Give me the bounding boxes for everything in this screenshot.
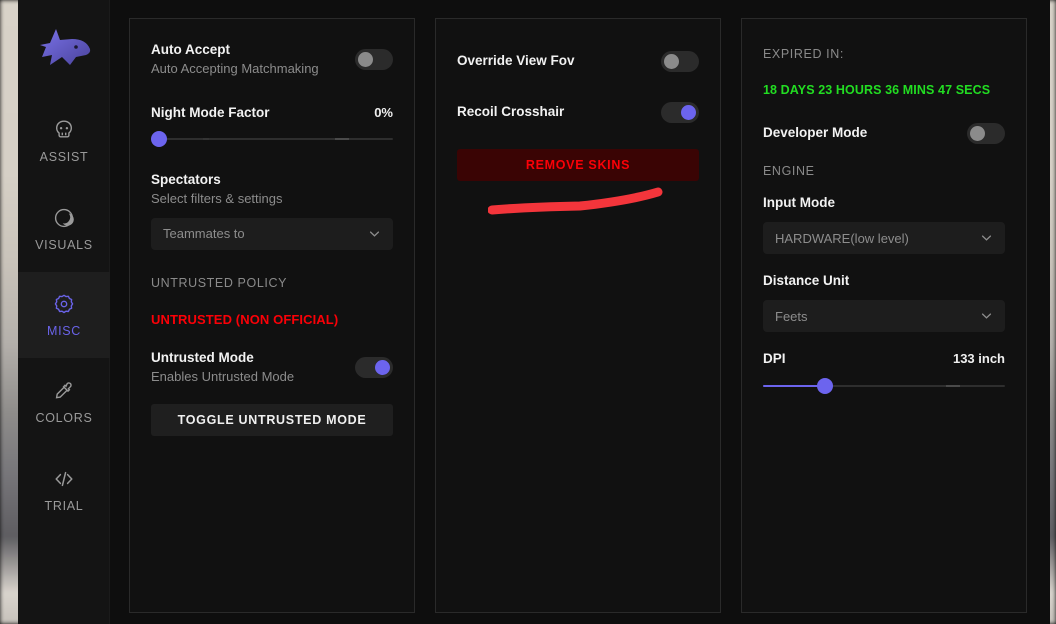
sidebar-item-label: VISUALS: [35, 237, 93, 252]
toggle-knob: [970, 126, 985, 141]
spectators-group: Spectators Select filters & settings Tea…: [151, 171, 393, 250]
developer-mode-toggle[interactable]: [967, 123, 1005, 144]
sidebar-item-visuals[interactable]: VISUALS: [18, 186, 110, 272]
dpi-slider-group: DPI 133 inch: [763, 350, 1005, 395]
distance-unit-dropdown-value: Feets: [775, 308, 808, 324]
chevron-down-icon: [368, 227, 381, 240]
misc-panel-middle: Override View Fov Recoil Crosshair REMOV…: [435, 18, 721, 613]
input-mode-dropdown[interactable]: HARDWARE(low level): [763, 222, 1005, 255]
input-mode-label: Input Mode: [763, 195, 835, 210]
auto-accept-subtitle: Auto Accepting Matchmaking: [151, 61, 319, 77]
sidebar: ASSIST VISUALS MISC COLORS TRIAL: [18, 0, 110, 624]
slider-tick: [203, 137, 209, 140]
input-mode-dropdown-value: HARDWARE(low level): [775, 230, 909, 246]
code-icon: [53, 468, 75, 490]
developer-mode-row: Developer Mode: [763, 123, 1005, 144]
toggle-knob: [681, 105, 696, 120]
untrusted-mode-row: Untrusted Mode Enables Untrusted Mode: [151, 349, 393, 386]
night-mode-factor-value: 0%: [374, 104, 393, 120]
sidebar-item-label: ASSIST: [39, 149, 89, 164]
spectators-dropdown[interactable]: Teammates to: [151, 217, 393, 250]
cheat-menu-window: ASSIST VISUALS MISC COLORS TRIAL Auto Ac…: [18, 0, 1050, 624]
sidebar-item-label: TRIAL: [44, 498, 84, 513]
toggle-knob: [664, 54, 679, 69]
auto-accept-row: Auto Accept Auto Accepting Matchmaking: [151, 41, 393, 78]
untrusted-policy-label: UNTRUSTED POLICY: [151, 275, 288, 290]
distance-unit-group: Distance Unit Feets: [763, 272, 1005, 333]
remove-skins-button[interactable]: REMOVE SKINS: [457, 149, 699, 181]
chevron-down-icon: [980, 310, 993, 323]
developer-mode-title: Developer Mode: [763, 125, 868, 141]
dpi-slider[interactable]: [763, 376, 1005, 396]
slider-track: [151, 137, 393, 140]
chevron-down-icon: [980, 232, 993, 245]
spectators-title: Spectators: [151, 171, 221, 187]
sidebar-item-label: COLORS: [35, 410, 93, 425]
toggle-knob: [358, 51, 373, 67]
dpi-value: 133 inch: [952, 351, 1005, 367]
spectators-subtitle: Select filters & settings: [151, 191, 283, 207]
override-view-fov-title: Override View Fov: [457, 53, 575, 69]
expired-in-label: EXPIRED IN:: [763, 47, 844, 61]
input-mode-group: Input Mode HARDWARE(low level): [763, 194, 1005, 255]
untrusted-mode-toggle[interactable]: [355, 356, 393, 378]
override-view-fov-row: Override View Fov: [457, 51, 699, 72]
wolf-head-logo: [18, 20, 110, 76]
untrusted-mode-title: Untrusted Mode: [151, 349, 254, 365]
gear-icon: [53, 293, 75, 315]
night-mode-factor-label: Night Mode Factor: [151, 104, 270, 120]
toggle-untrusted-mode-button[interactable]: TOGGLE UNTRUSTED MODE: [151, 403, 393, 436]
distance-unit-dropdown[interactable]: Feets: [763, 300, 1005, 333]
sidebar-item-misc[interactable]: MISC: [18, 272, 110, 358]
untrusted-status-badge: UNTRUSTED (NON OFFICIAL): [151, 311, 339, 327]
slider-fill: [763, 384, 825, 387]
distance-unit-label: Distance Unit: [763, 273, 850, 289]
sidebar-item-colors[interactable]: COLORS: [18, 359, 110, 445]
misc-panel-right: EXPIRED IN: 18 DAYS 23 HOURS 36 MINS 47 …: [741, 18, 1027, 613]
auto-accept-toggle[interactable]: [355, 48, 393, 70]
slider-knob[interactable]: [151, 130, 167, 147]
slider-tick: [946, 384, 960, 387]
moon-circle-icon: [53, 207, 75, 229]
override-view-fov-toggle[interactable]: [661, 51, 699, 72]
sidebar-item-assist[interactable]: ASSIST: [18, 98, 110, 184]
sidebar-item-trial[interactable]: TRIAL: [18, 447, 110, 533]
recoil-crosshair-row: Recoil Crosshair: [457, 102, 699, 123]
night-mode-factor-slider-group: Night Mode Factor 0%: [151, 104, 393, 149]
recoil-crosshair-toggle[interactable]: [661, 102, 699, 123]
untrusted-mode-subtitle: Enables Untrusted Mode: [151, 368, 295, 384]
sidebar-item-label: MISC: [46, 323, 82, 338]
expiry-countdown-value: 18 DAYS 23 HOURS 36 MINS 47 SECS: [763, 83, 991, 97]
slider-tick: [335, 137, 349, 140]
recoil-crosshair-title: Recoil Crosshair: [457, 104, 565, 120]
skull-icon: [53, 119, 75, 141]
misc-panel-left: Auto Accept Auto Accepting Matchmaking N…: [129, 18, 415, 613]
dpi-label: DPI: [763, 351, 786, 367]
auto-accept-title: Auto Accept: [151, 42, 231, 57]
toggle-knob: [375, 359, 390, 375]
night-mode-factor-slider[interactable]: [151, 129, 393, 149]
spectators-dropdown-value: Teammates to: [163, 226, 245, 242]
slider-knob[interactable]: [817, 377, 833, 394]
engine-section-label: ENGINE: [763, 164, 815, 178]
eyedropper-icon: [53, 380, 75, 402]
